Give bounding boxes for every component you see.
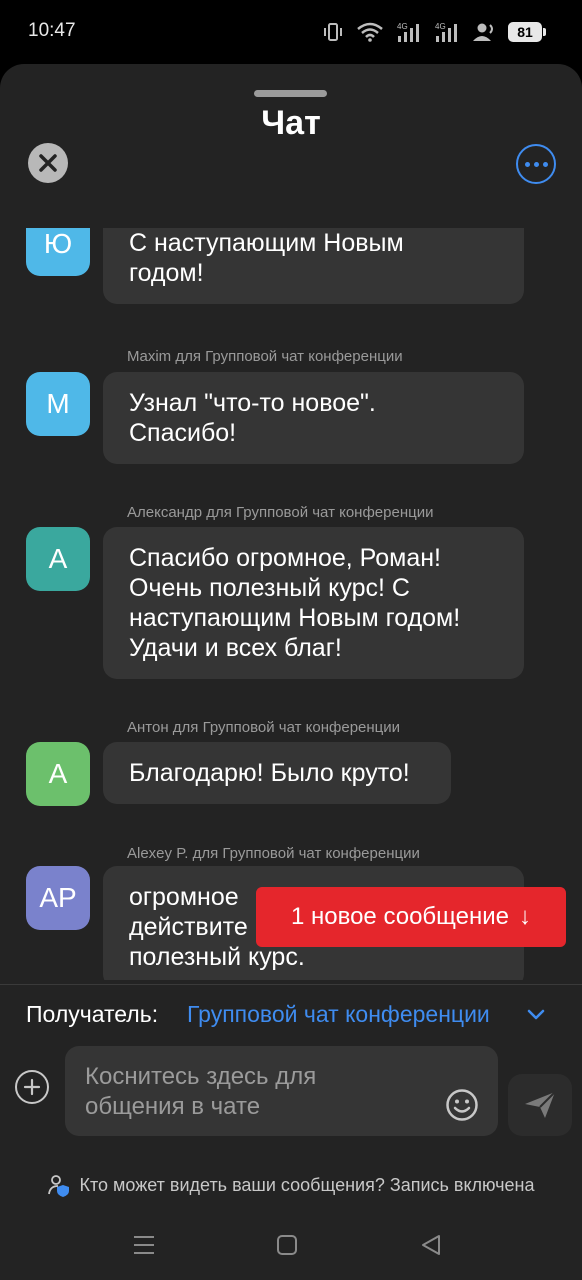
- message-sender: Alexey P. для Групповой чат конференции: [127, 845, 420, 862]
- chat-title: Чат: [261, 104, 321, 142]
- system-nav-bar: [0, 1212, 582, 1280]
- composer: Коснитесь здесь для общения в чате: [0, 1046, 582, 1138]
- message-bubble[interactable]: С наступающим Новым годом!: [103, 228, 524, 304]
- avatar: А: [26, 742, 90, 806]
- message-bubble[interactable]: Спасибо огромное, Роман! Очень полезный …: [103, 527, 524, 679]
- svg-text:4G: 4G: [435, 22, 446, 31]
- message-bubble[interactable]: Узнал "что-то новое". Спасибо!: [103, 372, 524, 464]
- avatar: AP: [26, 866, 90, 930]
- status-time: 10:47: [28, 20, 76, 41]
- message-sender: Александр для Групповой чат конференции: [127, 504, 434, 521]
- send-icon: [525, 1091, 556, 1118]
- avatar: А: [26, 527, 90, 591]
- message-list[interactable]: Ю С наступающим Новым годом! Maxim для Г…: [0, 228, 582, 980]
- user-shield-icon: [48, 1175, 70, 1197]
- back-icon[interactable]: [420, 1234, 442, 1256]
- send-button[interactable]: [508, 1074, 572, 1136]
- svg-text:4G: 4G: [397, 22, 408, 31]
- drag-handle[interactable]: [254, 90, 327, 97]
- battery-icon: 81: [508, 22, 546, 42]
- message-text: Благодарю! Было круто!: [129, 759, 410, 787]
- message-text: Спасибо огромное, Роман!: [129, 544, 441, 572]
- message-text: наступающим Новым годом!: [129, 604, 461, 632]
- message-text: Очень полезный курс! С: [129, 574, 410, 602]
- message-text: Узнал "что-то новое".: [129, 389, 376, 417]
- close-icon: [39, 154, 57, 172]
- placeholder-line: общения в чате: [85, 1093, 261, 1120]
- recipient-value[interactable]: Групповой чат конференции: [187, 1001, 521, 1028]
- wifi-icon: [357, 22, 383, 42]
- message-input-placeholder: Коснитесь здесь для общения в чате: [85, 1062, 415, 1122]
- signal-4g-icon: 4G: [435, 22, 457, 42]
- message-text: годом!: [129, 259, 204, 287]
- placeholder-line: Коснитесь здесь для: [85, 1063, 317, 1090]
- plus-icon: [23, 1078, 41, 1096]
- more-options-icon: [524, 161, 530, 167]
- privacy-notice[interactable]: Кто может видеть ваши сообщения? Запись …: [0, 1170, 582, 1200]
- chat-sheet: Чат Ю С наступающим Новым годом! Maxim д…: [0, 64, 582, 1280]
- avatar: Ю: [26, 228, 90, 276]
- message-sender: Maxim для Групповой чат конференции: [127, 348, 403, 365]
- status-bar: 10:47 4G 4G 81: [0, 0, 582, 64]
- status-icons: 4G 4G 81: [322, 20, 546, 44]
- message-bubble[interactable]: Благодарю! Было круто!: [103, 742, 451, 804]
- message-text: Удачи и всех благ!: [129, 634, 342, 662]
- message-sender: Антон для Групповой чат конференции: [127, 719, 401, 736]
- hotspot-user-icon: [473, 23, 493, 41]
- privacy-text: Кто может видеть ваши сообщения? Запись …: [79, 1174, 535, 1195]
- new-message-label: 1 новое сообщение: [290, 903, 509, 930]
- message-input[interactable]: Коснитесь здесь для общения в чате: [65, 1046, 498, 1136]
- signal-4g-icon: 4G: [397, 22, 419, 42]
- recipient-label: Получатель:: [26, 1001, 159, 1027]
- add-attachment-button[interactable]: [15, 1070, 49, 1104]
- vibrate-icon: [324, 23, 342, 41]
- emoji-icon[interactable]: [445, 1088, 479, 1122]
- recipient-selector[interactable]: Получатель: Групповой чат конференции: [0, 984, 582, 1048]
- more-options-button[interactable]: [516, 144, 556, 184]
- chevron-down-icon[interactable]: [527, 1009, 545, 1021]
- avatar: M: [26, 372, 90, 436]
- close-button[interactable]: [28, 143, 68, 183]
- message-text: С наступающим Новым: [129, 229, 404, 257]
- new-message-button[interactable]: 1 новое сообщение ↓: [256, 887, 566, 947]
- menu-icon[interactable]: [132, 1234, 156, 1256]
- home-icon[interactable]: [276, 1234, 298, 1256]
- arrow-down-icon: ↓: [519, 903, 531, 930]
- message-text: Спасибо!: [129, 419, 237, 447]
